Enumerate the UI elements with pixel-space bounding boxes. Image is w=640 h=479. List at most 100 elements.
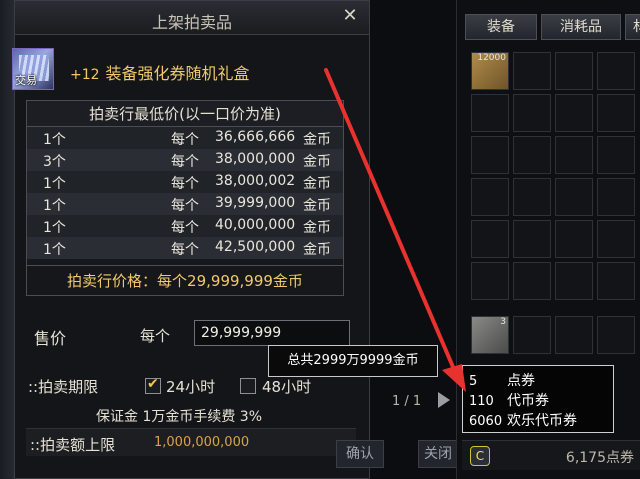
row-each: 每个 xyxy=(171,198,199,214)
coupon-icon[interactable]: C xyxy=(470,446,490,466)
currency-name: 欢乐代币券 xyxy=(507,413,577,429)
inventory-slot[interactable] xyxy=(555,178,593,216)
inventory-slot[interactable] xyxy=(513,262,551,300)
row-each: 每个 xyxy=(171,154,199,170)
currency-name: 点券 xyxy=(507,373,535,389)
auction-price-summary: 拍卖行价格：每个29,999,999金币 xyxy=(27,265,343,295)
inventory-slot[interactable] xyxy=(597,220,635,258)
inventory-tabs: 装备 消耗品 材 xyxy=(465,14,640,40)
sale-price-input[interactable]: 29,999,999 xyxy=(194,320,350,346)
inventory-slot[interactable]: 3 xyxy=(471,316,509,354)
inventory-slot[interactable] xyxy=(513,220,551,258)
row-each: 每个 xyxy=(171,242,199,258)
row-currency: 金币 xyxy=(303,176,331,192)
inventory-slot[interactable] xyxy=(513,316,551,354)
row-price: 39,999,000 xyxy=(215,195,296,211)
limit-value: 1,000,000,000 xyxy=(154,435,250,450)
limit-row: ::拍卖额上限 1,000,000,000 xyxy=(26,428,356,456)
dialog-titlebar[interactable]: 上架拍卖品 ✕ xyxy=(15,1,369,35)
limit-label: ::拍卖额上限 xyxy=(30,436,116,454)
row-price: 38,000,000 xyxy=(215,151,296,167)
inventory-slot[interactable] xyxy=(597,262,635,300)
currency-row: 5 点券 xyxy=(469,370,535,390)
row-currency: 金币 xyxy=(303,220,331,236)
row-price: 42,500,000 xyxy=(215,239,296,255)
inventory-slot[interactable] xyxy=(555,316,593,354)
row-qty: 1个 xyxy=(43,220,66,236)
close-icon[interactable]: ✕ xyxy=(341,7,359,25)
inventory-slot[interactable] xyxy=(597,178,635,216)
inventory-slot[interactable] xyxy=(471,220,509,258)
slot-count: 3 xyxy=(500,317,506,327)
tab-equipment[interactable]: 装备 xyxy=(465,14,537,40)
inventory-slot[interactable] xyxy=(471,262,509,300)
confirm-button[interactable]: 确认 xyxy=(336,440,384,468)
row-qty: 1个 xyxy=(43,198,66,214)
inventory-slot[interactable]: 12000 xyxy=(471,52,509,90)
table-row: 1个 每个 36,666,666 金币 xyxy=(27,127,343,149)
inventory-slot[interactable] xyxy=(513,52,551,90)
period-label: ::拍卖期限 xyxy=(28,378,99,396)
period-24h-checkbox[interactable] xyxy=(145,376,161,394)
row-currency: 金币 xyxy=(303,198,331,214)
item-row: 交易 +12 装备强化券随机礼盒 xyxy=(12,48,342,92)
lowest-price-rows: 1个 每个 36,666,666 金币 3个 每个 38,000,000 金币 … xyxy=(27,127,343,259)
total-price-tooltip: 总共2999万9999金币 xyxy=(268,345,438,377)
row-qty: 1个 xyxy=(43,242,66,258)
currency-name: 代币券 xyxy=(507,393,549,409)
inventory-slot[interactable] xyxy=(471,94,509,132)
row-price: 38,000,002 xyxy=(215,173,296,189)
inventory-slot[interactable] xyxy=(471,178,509,216)
inventory-slot[interactable] xyxy=(597,52,635,90)
cancel-button[interactable]: 关闭 xyxy=(418,440,458,468)
inventory-slot[interactable] xyxy=(555,262,593,300)
inventory-slot[interactable] xyxy=(471,136,509,174)
slot-count: 12000 xyxy=(477,53,506,63)
currency-count: 6060 xyxy=(469,414,503,429)
table-row: 1个 每个 38,000,002 金币 xyxy=(27,171,343,193)
inventory-slot[interactable] xyxy=(555,136,593,174)
inventory-slot[interactable] xyxy=(555,52,593,90)
row-qty: 1个 xyxy=(43,132,66,148)
item-name: +12 装备强化券随机礼盒 xyxy=(70,60,250,84)
row-each: 每个 xyxy=(171,132,199,148)
enhance-level: +12 xyxy=(70,67,100,83)
deposit-fee-text: 保证金 1万金币手续费 3% xyxy=(96,409,263,425)
inventory-slot[interactable] xyxy=(555,94,593,132)
coupon-balance: 6,175点券 xyxy=(565,450,634,466)
inventory-slot[interactable] xyxy=(597,94,635,132)
inventory-slot[interactable] xyxy=(513,94,551,132)
trade-tag: 交易 xyxy=(15,74,37,87)
table-row: 3个 每个 38,000,000 金币 xyxy=(27,149,343,171)
row-currency: 金币 xyxy=(303,242,331,258)
sale-price-label: 售价 xyxy=(34,329,67,348)
currency-bar: C 6,175点券 xyxy=(462,440,640,470)
tab-consumables[interactable]: 消耗品 xyxy=(541,14,621,40)
sale-each-label: 每个 xyxy=(140,327,171,345)
currency-count: 110 xyxy=(469,394,494,409)
row-price: 40,000,000 xyxy=(215,217,296,233)
dialog-title: 上架拍卖品 xyxy=(151,13,232,32)
row-each: 每个 xyxy=(171,176,199,192)
period-24h-label: 24小时 xyxy=(166,378,216,396)
currency-popup: 5 点券 110 代币券 6060 欢乐代币券 xyxy=(462,365,614,433)
tab-materials[interactable]: 材 xyxy=(625,14,640,40)
inventory-slot[interactable] xyxy=(555,220,593,258)
period-48h-label: 48小时 xyxy=(262,378,312,396)
item-icon[interactable]: 交易 xyxy=(12,48,54,90)
inventory-slot[interactable] xyxy=(597,316,635,354)
table-row: 1个 每个 42,500,000 金币 xyxy=(27,237,343,259)
page-indicator: 1 / 1 xyxy=(392,394,422,409)
inventory-slot[interactable] xyxy=(513,178,551,216)
currency-row: 6060 欢乐代币券 xyxy=(469,410,577,430)
table-row: 1个 每个 39,999,000 金币 xyxy=(27,193,343,215)
inventory-slot[interactable] xyxy=(597,136,635,174)
row-currency: 金币 xyxy=(303,154,331,170)
next-page-icon[interactable] xyxy=(438,392,450,408)
period-48h-checkbox[interactable] xyxy=(240,378,256,394)
currency-row: 110 代币券 xyxy=(469,390,549,410)
inventory-slot[interactable] xyxy=(513,136,551,174)
row-price: 36,666,666 xyxy=(215,129,296,145)
item-name-text: 装备强化券随机礼盒 xyxy=(105,64,250,83)
row-qty: 1个 xyxy=(43,176,66,192)
